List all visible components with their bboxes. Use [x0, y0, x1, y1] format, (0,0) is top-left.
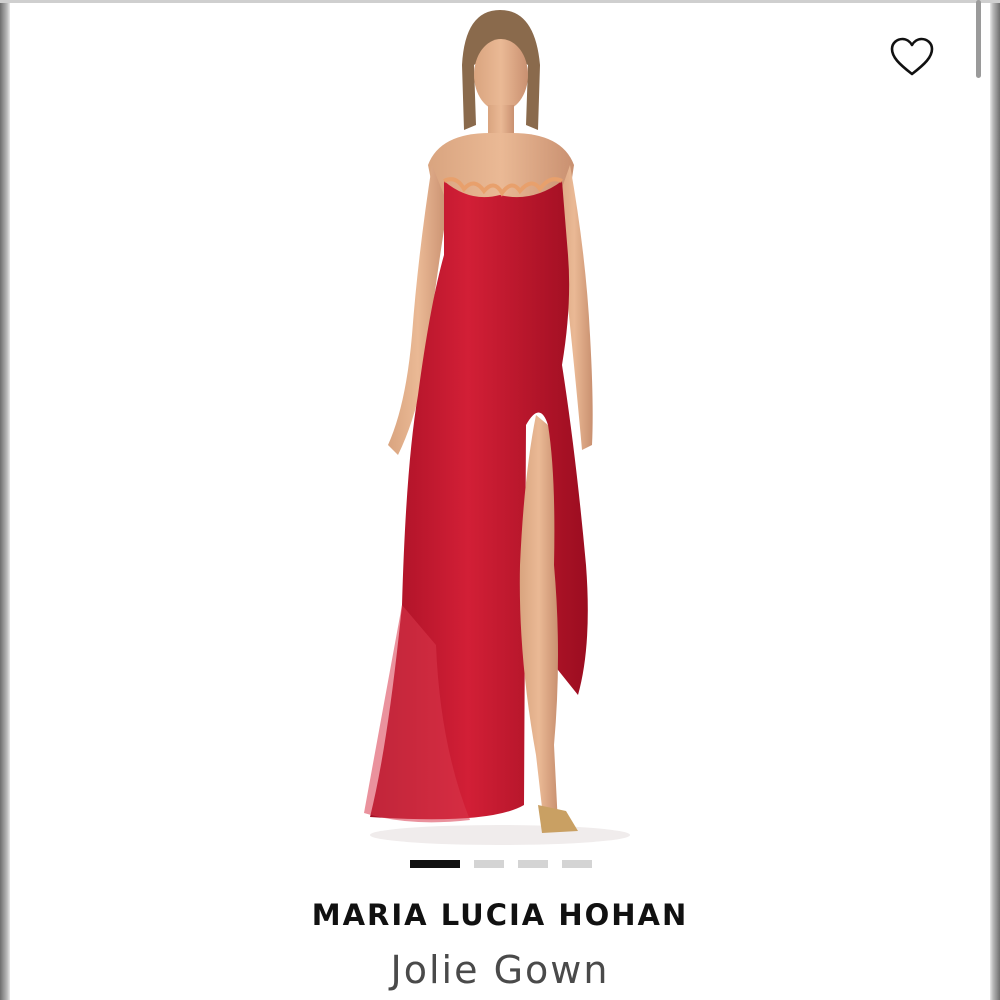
face [474, 39, 528, 111]
device-frame-top [0, 0, 1000, 3]
floor-shadow [370, 825, 630, 845]
heart-outline-icon [890, 37, 934, 76]
product-image[interactable] [340, 5, 660, 855]
pager-dot-active[interactable] [410, 860, 460, 868]
scrollbar[interactable] [976, 0, 981, 78]
device-frame-left [0, 0, 10, 1000]
wishlist-button[interactable] [885, 32, 939, 82]
pager-dot[interactable] [562, 860, 592, 868]
shoe [538, 805, 578, 833]
brand-name[interactable]: MARIA LUCIA HOHAN [0, 898, 1000, 932]
neck [488, 105, 514, 137]
pager-dot[interactable] [518, 860, 548, 868]
pager-dot[interactable] [474, 860, 504, 868]
product-name: Jolie Gown [390, 948, 610, 992]
image-pager [410, 859, 592, 869]
device-frame-right [990, 0, 1000, 1000]
